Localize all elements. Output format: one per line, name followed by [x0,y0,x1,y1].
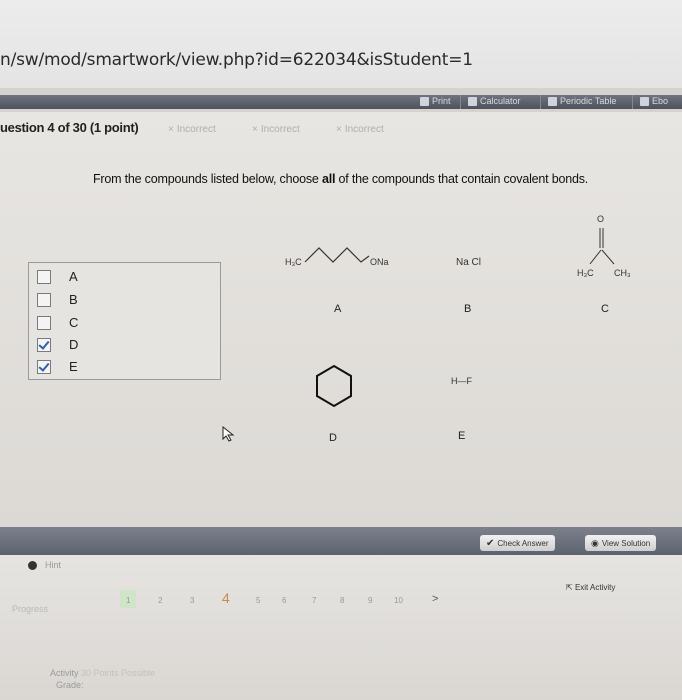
exit-activity-button[interactable]: ⇱ Exit Activity [566,583,615,592]
cyclohexane-ring [316,364,352,408]
checkbox[interactable] [37,292,51,307]
page-link[interactable]: 7 [312,596,316,605]
attempt-indicator: × Incorrect [336,124,384,135]
browser-address-bar[interactable]: n/sw/mod/smartwork/view.php?id=622034&is… [0,0,682,88]
calculator-icon [468,96,477,106]
page-link[interactable]: 5 [256,596,260,605]
carbonyl-structure [589,228,615,265]
page-link[interactable]: 10 [394,596,403,605]
x-icon: × [252,124,258,135]
checkbox[interactable] [37,315,51,330]
page-link[interactable]: 1 [126,596,130,605]
book-icon [640,96,649,106]
ebook-button[interactable]: Ebo [640,96,668,106]
exit-icon: ⇱ [566,583,573,592]
periodic-table-icon [548,96,557,106]
printer-icon [420,96,429,106]
calculator-button[interactable]: Calculator [468,96,521,106]
progress-label: Progress [12,604,49,614]
checkbox-checked[interactable] [37,337,51,352]
skeletal-chain-a [304,247,370,263]
choice-b[interactable]: B [37,292,78,307]
action-bar [0,527,682,555]
attempt-indicator: × Incorrect [168,124,216,135]
page-link[interactable]: 3 [190,596,194,605]
question-number: uestion 4 of 30 (1 point) [0,120,139,135]
choice-c[interactable]: C [37,315,78,330]
checkbox[interactable] [37,269,51,284]
x-icon: × [336,124,342,135]
next-page-arrow-icon[interactable]: > [432,593,438,605]
check-answer-button[interactable]: ✔ Check Answer [480,535,555,551]
hint-icon [28,560,37,570]
answer-choices: A B C D E [28,262,221,380]
page-link[interactable]: 9 [368,596,372,605]
checkbox-checked[interactable] [37,359,51,374]
location-pin-icon: ◉ [591,537,599,548]
print-button[interactable]: Print [420,96,451,106]
url-text[interactable]: n/sw/mod/smartwork/view.php?id=622034&is… [0,50,473,70]
choice-d[interactable]: D [37,337,78,352]
attempt-indicator: × Incorrect [252,124,300,135]
activity-footer: Activity 30 Points Possible Grade: [50,668,156,690]
page-link-current[interactable]: 4 [222,590,230,606]
question-prompt: From the compounds listed below, choose … [93,172,589,186]
tools-toolbar: Print Calculator Periodic Table Ebo [0,95,682,109]
checkmark-icon: ✔ [486,537,495,549]
choice-a[interactable]: A [37,269,78,284]
page-link[interactable]: 8 [340,596,344,605]
choice-e[interactable]: E [37,359,78,374]
x-icon: × [168,124,174,135]
page-link[interactable]: 6 [282,596,286,605]
page-link[interactable]: 2 [158,596,162,605]
view-solution-button[interactable]: ◉ View Solution [585,535,657,551]
hint-button[interactable]: Hint [28,560,61,570]
periodic-table-button[interactable]: Periodic Table [548,96,616,106]
mouse-cursor-icon [222,426,235,442]
